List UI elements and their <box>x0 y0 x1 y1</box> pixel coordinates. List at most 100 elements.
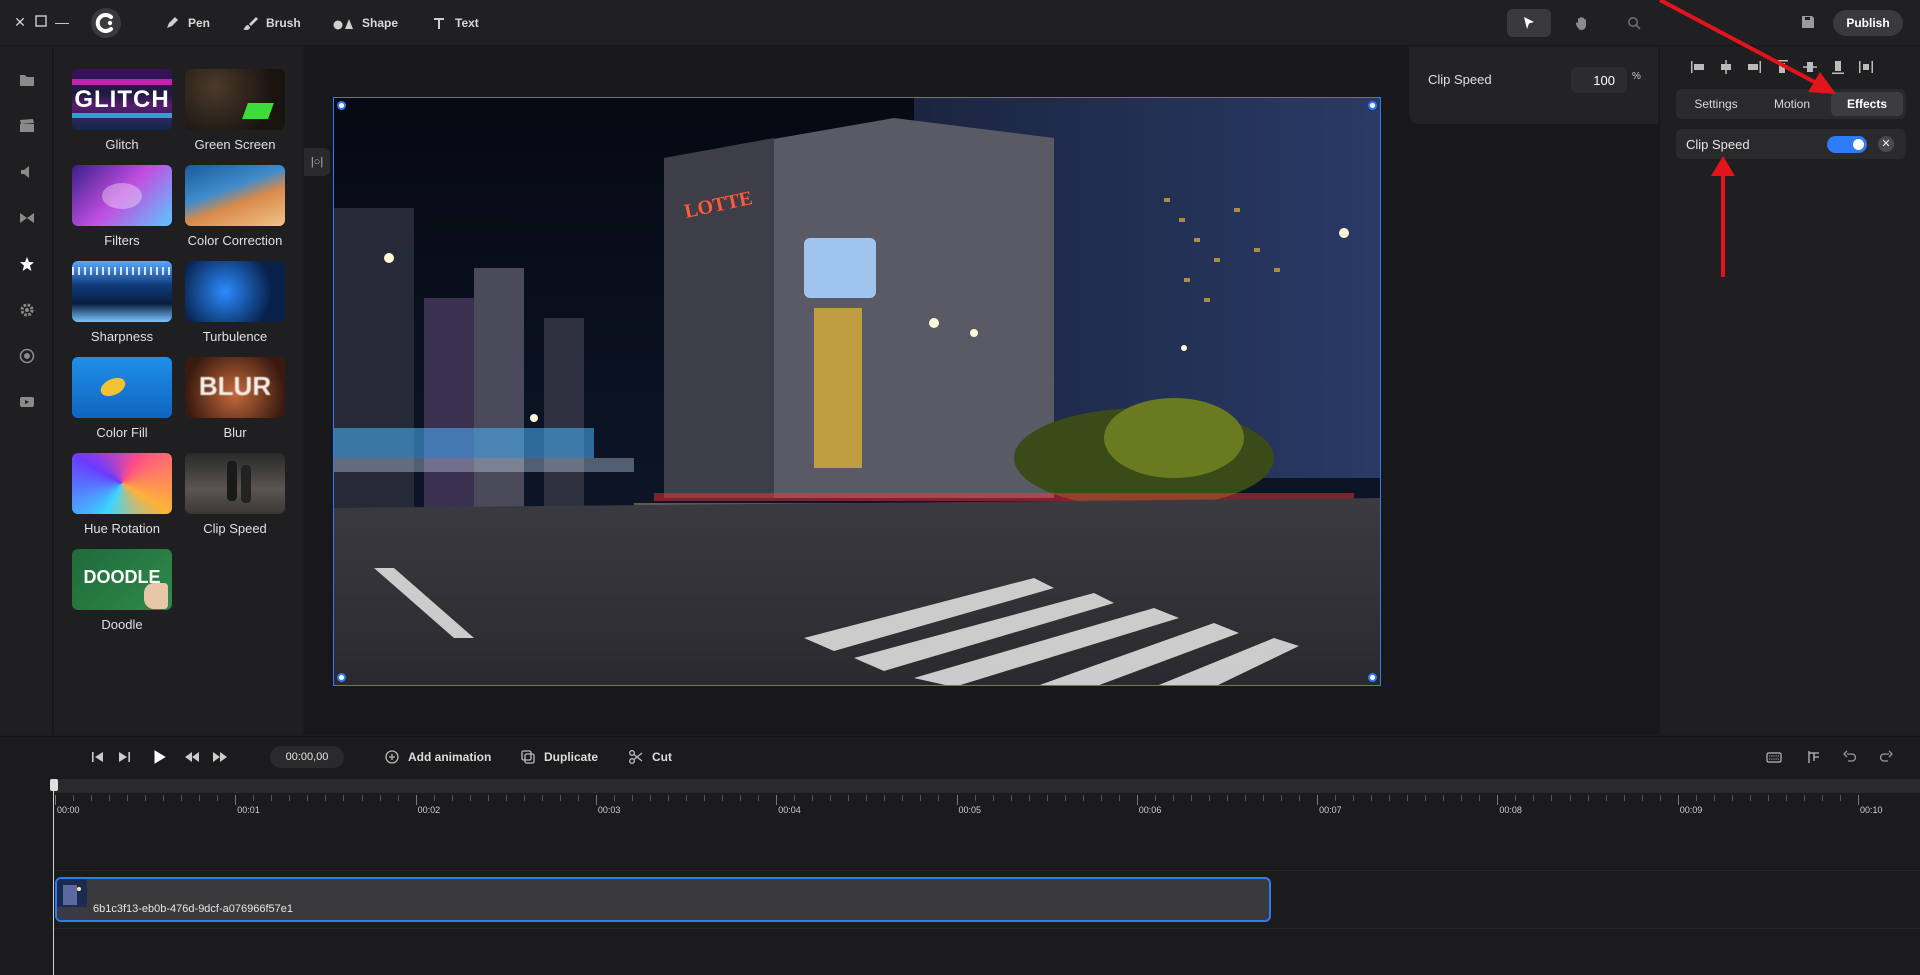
ruler-tick <box>1136 795 1138 805</box>
remove-effect-button[interactable]: ✕ <box>1878 136 1894 152</box>
resize-handle-top-right[interactable] <box>1368 101 1377 110</box>
effect-hue-rotation[interactable]: Hue Rotation <box>72 453 172 536</box>
pen-tool-label: Pen <box>188 16 211 30</box>
playhead-grip[interactable] <box>50 779 58 791</box>
fast-forward-icon[interactable] <box>212 749 228 765</box>
ruler-scrub-band[interactable] <box>53 779 1920 793</box>
clip-speed-label: Clip Speed <box>1428 72 1492 87</box>
keyboard-icon[interactable] <box>1766 749 1782 765</box>
resize-handle-bottom-left[interactable] <box>337 673 346 682</box>
text-tool-label: Text <box>455 16 479 30</box>
rewind-icon[interactable] <box>184 749 200 765</box>
audio-icon[interactable] <box>18 163 36 181</box>
align-center-vertical-icon[interactable] <box>1802 59 1818 75</box>
save-icon[interactable] <box>1800 14 1816 30</box>
effect-blur[interactable]: BLUR Blur <box>185 357 285 440</box>
ruler-minor-tick <box>307 795 309 801</box>
skip-to-end-icon[interactable] <box>116 749 132 765</box>
ruler-minor-tick <box>1010 795 1012 801</box>
resize-handle-bottom-right[interactable] <box>1368 673 1377 682</box>
align-center-horizontal-icon[interactable] <box>1718 59 1734 75</box>
text-tool[interactable]: Text <box>431 13 479 33</box>
clip-speed-input[interactable] <box>1571 67 1627 93</box>
ruler-minor-tick <box>794 795 796 801</box>
distribute-horizontal-icon[interactable] <box>1858 59 1874 75</box>
ruler-minor-tick <box>199 795 201 801</box>
align-bottom-icon[interactable] <box>1830 59 1846 75</box>
ruler-minor-tick <box>920 795 922 801</box>
select-mode-button[interactable] <box>1507 9 1551 37</box>
video-clip[interactable]: 6b1c3f13-eb0b-476d-9dcf-a076966f57e1 <box>55 877 1271 922</box>
collapse-panel-handle[interactable]: |○| <box>304 148 330 176</box>
transition-icon[interactable] <box>18 209 36 227</box>
effect-sharpness[interactable]: Sharpness <box>72 261 172 344</box>
minimize-icon[interactable]: — <box>54 14 70 30</box>
maximize-icon[interactable] <box>33 14 49 30</box>
play-icon[interactable] <box>150 748 168 766</box>
ruler-minor-tick <box>253 795 255 801</box>
timeline-ruler[interactable]: 00:00 00:01 00:02 00:03 00:04 00:05 00:06 00:07… <box>0 779 1920 815</box>
duplicate-button[interactable]: Duplicate <box>520 747 598 767</box>
ruler-label: 00:05 <box>958 805 982 815</box>
ruler-minor-tick <box>109 795 111 801</box>
align-top-icon[interactable] <box>1774 59 1790 75</box>
track-divider <box>53 870 1920 871</box>
text-icon <box>434 18 444 29</box>
zoom-mode-button[interactable] <box>1612 9 1656 37</box>
tab-settings[interactable]: Settings <box>1680 92 1752 116</box>
pen-tool[interactable]: Pen <box>164 13 210 33</box>
effect-enable-toggle[interactable] <box>1827 136 1867 153</box>
glitch-thumbnail: GLITCH <box>72 69 172 130</box>
brush-tool[interactable]: Brush <box>242 13 301 33</box>
align-right-icon[interactable] <box>1746 59 1762 75</box>
effect-doodle[interactable]: DOODLE Doodle <box>72 549 172 632</box>
star-icon[interactable] <box>18 255 36 273</box>
effect-color-fill[interactable]: Color Fill <box>72 357 172 440</box>
skip-to-start-icon[interactable] <box>90 749 106 765</box>
effect-label: Sharpness <box>90 329 154 344</box>
gear-icon[interactable] <box>18 301 36 319</box>
tab-motion[interactable]: Motion <box>1756 92 1828 116</box>
applied-effect-row[interactable]: Clip Speed ✕ <box>1676 129 1906 159</box>
ruler-minor-tick <box>1371 795 1373 801</box>
ruler-minor-tick <box>451 795 453 801</box>
close-icon[interactable]: ✕ <box>12 14 28 30</box>
ruler-minor-tick <box>1659 795 1661 801</box>
current-time-display[interactable]: 00:00,00 <box>270 746 344 768</box>
ruler-tick <box>956 795 958 805</box>
ruler-minor-tick <box>91 795 93 801</box>
effect-glitch[interactable]: GLITCH Glitch <box>72 69 172 152</box>
ruler-minor-tick <box>1605 795 1607 801</box>
publish-button[interactable]: Publish <box>1833 10 1903 36</box>
record-icon[interactable] <box>18 347 36 365</box>
cut-button[interactable]: Cut <box>628 747 672 767</box>
add-animation-button[interactable]: Add animation <box>384 747 491 767</box>
ruler-minor-tick <box>1244 795 1246 801</box>
pan-mode-button[interactable] <box>1560 9 1604 37</box>
align-left-icon[interactable] <box>1690 59 1706 75</box>
ruler-minor-tick <box>73 795 75 801</box>
redo-icon[interactable] <box>1878 749 1894 765</box>
effect-color-correction[interactable]: Color Correction <box>185 165 285 248</box>
effect-turbulence[interactable]: Turbulence <box>185 261 285 344</box>
video-icon[interactable] <box>18 393 36 411</box>
duplicate-label: Duplicate <box>544 750 599 764</box>
resize-handle-top-left[interactable] <box>337 101 346 110</box>
shape-tool[interactable]: Shape <box>332 13 398 33</box>
split-icon[interactable] <box>1806 749 1822 765</box>
folder-icon[interactable] <box>18 71 36 89</box>
color-correction-thumbnail <box>185 165 285 226</box>
hue-rotation-thumbnail <box>72 453 172 514</box>
filters-thumbnail <box>72 165 172 226</box>
ruler-minor-tick <box>1389 795 1391 801</box>
effect-filters[interactable]: Filters <box>72 165 172 248</box>
ruler-minor-tick <box>704 795 706 801</box>
video-preview[interactable]: LOTTE <box>333 97 1381 686</box>
playhead[interactable] <box>53 779 54 975</box>
effect-clip-speed[interactable]: Clip Speed <box>185 453 285 536</box>
clapperboard-icon[interactable] <box>18 117 36 135</box>
undo-icon[interactable] <box>1842 749 1858 765</box>
applied-effect-name: Clip Speed <box>1686 137 1750 152</box>
tab-effects[interactable]: Effects <box>1831 92 1903 116</box>
effect-green-screen[interactable]: Green Screen <box>185 69 285 152</box>
